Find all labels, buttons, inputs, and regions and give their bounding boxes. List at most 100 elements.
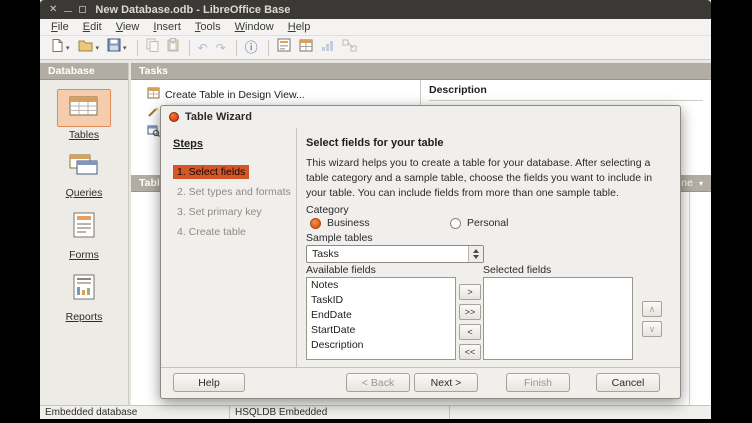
form-icon <box>277 38 291 57</box>
menu-help[interactable]: Help <box>281 20 318 34</box>
sidebar-header: Database <box>40 63 128 80</box>
forms-icon <box>60 208 108 247</box>
sample-tables-label: Sample tables <box>306 232 373 244</box>
statusbar: Embedded database HSQLDB Embedded <box>40 405 711 419</box>
description-header: Description <box>429 84 703 101</box>
wizard-wand-icon <box>147 106 160 121</box>
sample-tables-value: Tasks <box>312 248 339 260</box>
table-grid-icon <box>299 39 313 57</box>
close-icon[interactable]: ✕ <box>49 5 57 15</box>
sidebar-item-tables[interactable]: Tables <box>57 89 111 141</box>
move-right-button[interactable]: > <box>459 284 481 300</box>
help-button[interactable]: Help <box>173 373 245 392</box>
form-button[interactable] <box>274 36 294 59</box>
copy-button[interactable] <box>143 36 162 59</box>
move-all-left-button[interactable]: << <box>459 344 481 360</box>
step-create-table[interactable]: 4. Create table <box>173 225 250 239</box>
step-select-fields[interactable]: 1. Select fields <box>173 165 249 179</box>
list-item[interactable]: Description <box>307 338 455 353</box>
radio-selected-icon <box>310 218 321 229</box>
toolbar: ▾ ▾ ▾ ↶ ↷ ⓘ <box>40 36 711 60</box>
menu-edit[interactable]: Edit <box>76 20 109 34</box>
move-all-right-button[interactable]: >> <box>459 304 481 320</box>
sidebar-item-queries[interactable]: Queries <box>57 150 111 199</box>
statusbar-database-type: Embedded database <box>40 406 230 419</box>
page-title: Select fields for your table <box>306 137 444 149</box>
back-button[interactable]: < Back <box>346 373 410 392</box>
step-set-types[interactable]: 2. Set types and formats <box>173 185 295 199</box>
sidebar-item-label: Forms <box>69 249 99 261</box>
window-title: New Database.odb - LibreOffice Base <box>95 4 290 16</box>
sidebar-item-label: Reports <box>66 311 103 323</box>
category-label: Category <box>306 204 349 216</box>
minimize-icon[interactable] <box>64 8 72 12</box>
preview-divider <box>689 192 690 405</box>
menu-file[interactable]: File <box>44 20 76 34</box>
move-down-button[interactable]: ∨ <box>642 321 662 337</box>
next-button[interactable]: Next > <box>414 373 478 392</box>
selected-fields-list[interactable] <box>483 277 633 360</box>
chevron-down-icon: ▾ <box>96 44 100 52</box>
sidebar-item-reports[interactable]: Reports <box>60 270 108 323</box>
step-set-primary-key[interactable]: 3. Set primary key <box>173 205 266 219</box>
sidebar-item-label: Queries <box>66 187 103 199</box>
open-button[interactable]: ▾ <box>75 37 103 59</box>
sidebar-item-label: Tables <box>69 129 99 141</box>
selected-fields-label: Selected fields <box>483 264 551 276</box>
window-controls: ✕ <box>40 5 95 15</box>
relationships-icon <box>342 39 357 57</box>
available-fields-list[interactable]: Notes TaskID EndDate StartDate Descripti… <box>306 277 456 360</box>
chevron-down-icon: ▾ <box>66 44 70 52</box>
about-button[interactable]: ⓘ <box>242 39 261 56</box>
menu-view[interactable]: View <box>109 20 147 34</box>
sidebar-item-forms[interactable]: Forms <box>60 208 108 261</box>
paste-button[interactable] <box>164 36 182 59</box>
list-item[interactable]: TaskID <box>307 293 455 308</box>
undo-icon: ↶ <box>198 42 208 54</box>
radio-personal-label: Personal <box>467 217 508 229</box>
finish-button[interactable]: Finish <box>506 373 570 392</box>
libreoffice-base-icon <box>169 112 179 122</box>
tables-icon <box>57 89 111 127</box>
sample-tables-combobox[interactable]: Tasks <box>306 245 484 263</box>
task-create-table-design-view[interactable]: Create Table in Design View... <box>145 86 420 103</box>
list-item[interactable]: Notes <box>307 278 455 293</box>
open-folder-icon <box>78 39 94 57</box>
save-button[interactable]: ▾ <box>104 36 130 59</box>
list-item[interactable]: StartDate <box>307 323 455 338</box>
sort-ascending-icon <box>321 39 334 57</box>
radio-business[interactable]: Business <box>310 217 370 229</box>
view-icon <box>147 125 160 140</box>
table-grid-button[interactable] <box>296 37 316 59</box>
new-document-icon <box>50 38 64 58</box>
sort-ascending-button[interactable] <box>318 37 337 59</box>
relationships-button[interactable] <box>339 37 360 59</box>
undo-button[interactable]: ↶ <box>195 40 211 56</box>
statusbar-engine: HSQLDB Embedded <box>230 406 450 419</box>
steps-pane: Steps 1. Select fields 2. Set types and … <box>161 128 297 367</box>
menu-insert[interactable]: Insert <box>146 20 188 34</box>
task-label: Create Table in Design View... <box>165 89 305 101</box>
statusbar-database-type-label: Embedded database <box>45 407 137 418</box>
intro-text: This wizard helps you to create a table … <box>306 156 666 201</box>
redo-button[interactable]: ↷ <box>213 40 229 56</box>
radio-business-label: Business <box>327 217 370 229</box>
titlebar: ✕ New Database.odb - LibreOffice Base <box>40 0 711 19</box>
dialog-titlebar[interactable]: Table Wizard <box>161 106 680 128</box>
design-view-icon <box>147 87 160 102</box>
menu-tools[interactable]: Tools <box>188 20 228 34</box>
maximize-icon[interactable] <box>79 6 86 13</box>
steps-header: Steps <box>173 138 296 150</box>
toolbar-separator <box>137 40 138 56</box>
cancel-button[interactable]: Cancel <box>596 373 660 392</box>
copy-icon <box>146 38 159 57</box>
move-left-button[interactable]: < <box>459 324 481 340</box>
list-item[interactable]: EndDate <box>307 308 455 323</box>
save-icon <box>107 38 121 57</box>
combobox-spinner-icon[interactable] <box>468 246 483 262</box>
radio-personal[interactable]: Personal <box>450 217 508 229</box>
menu-window[interactable]: Window <box>228 20 281 34</box>
new-document-button[interactable]: ▾ <box>47 36 73 60</box>
move-up-button[interactable]: ∧ <box>642 301 662 317</box>
tasks-header: Tasks <box>131 63 711 80</box>
